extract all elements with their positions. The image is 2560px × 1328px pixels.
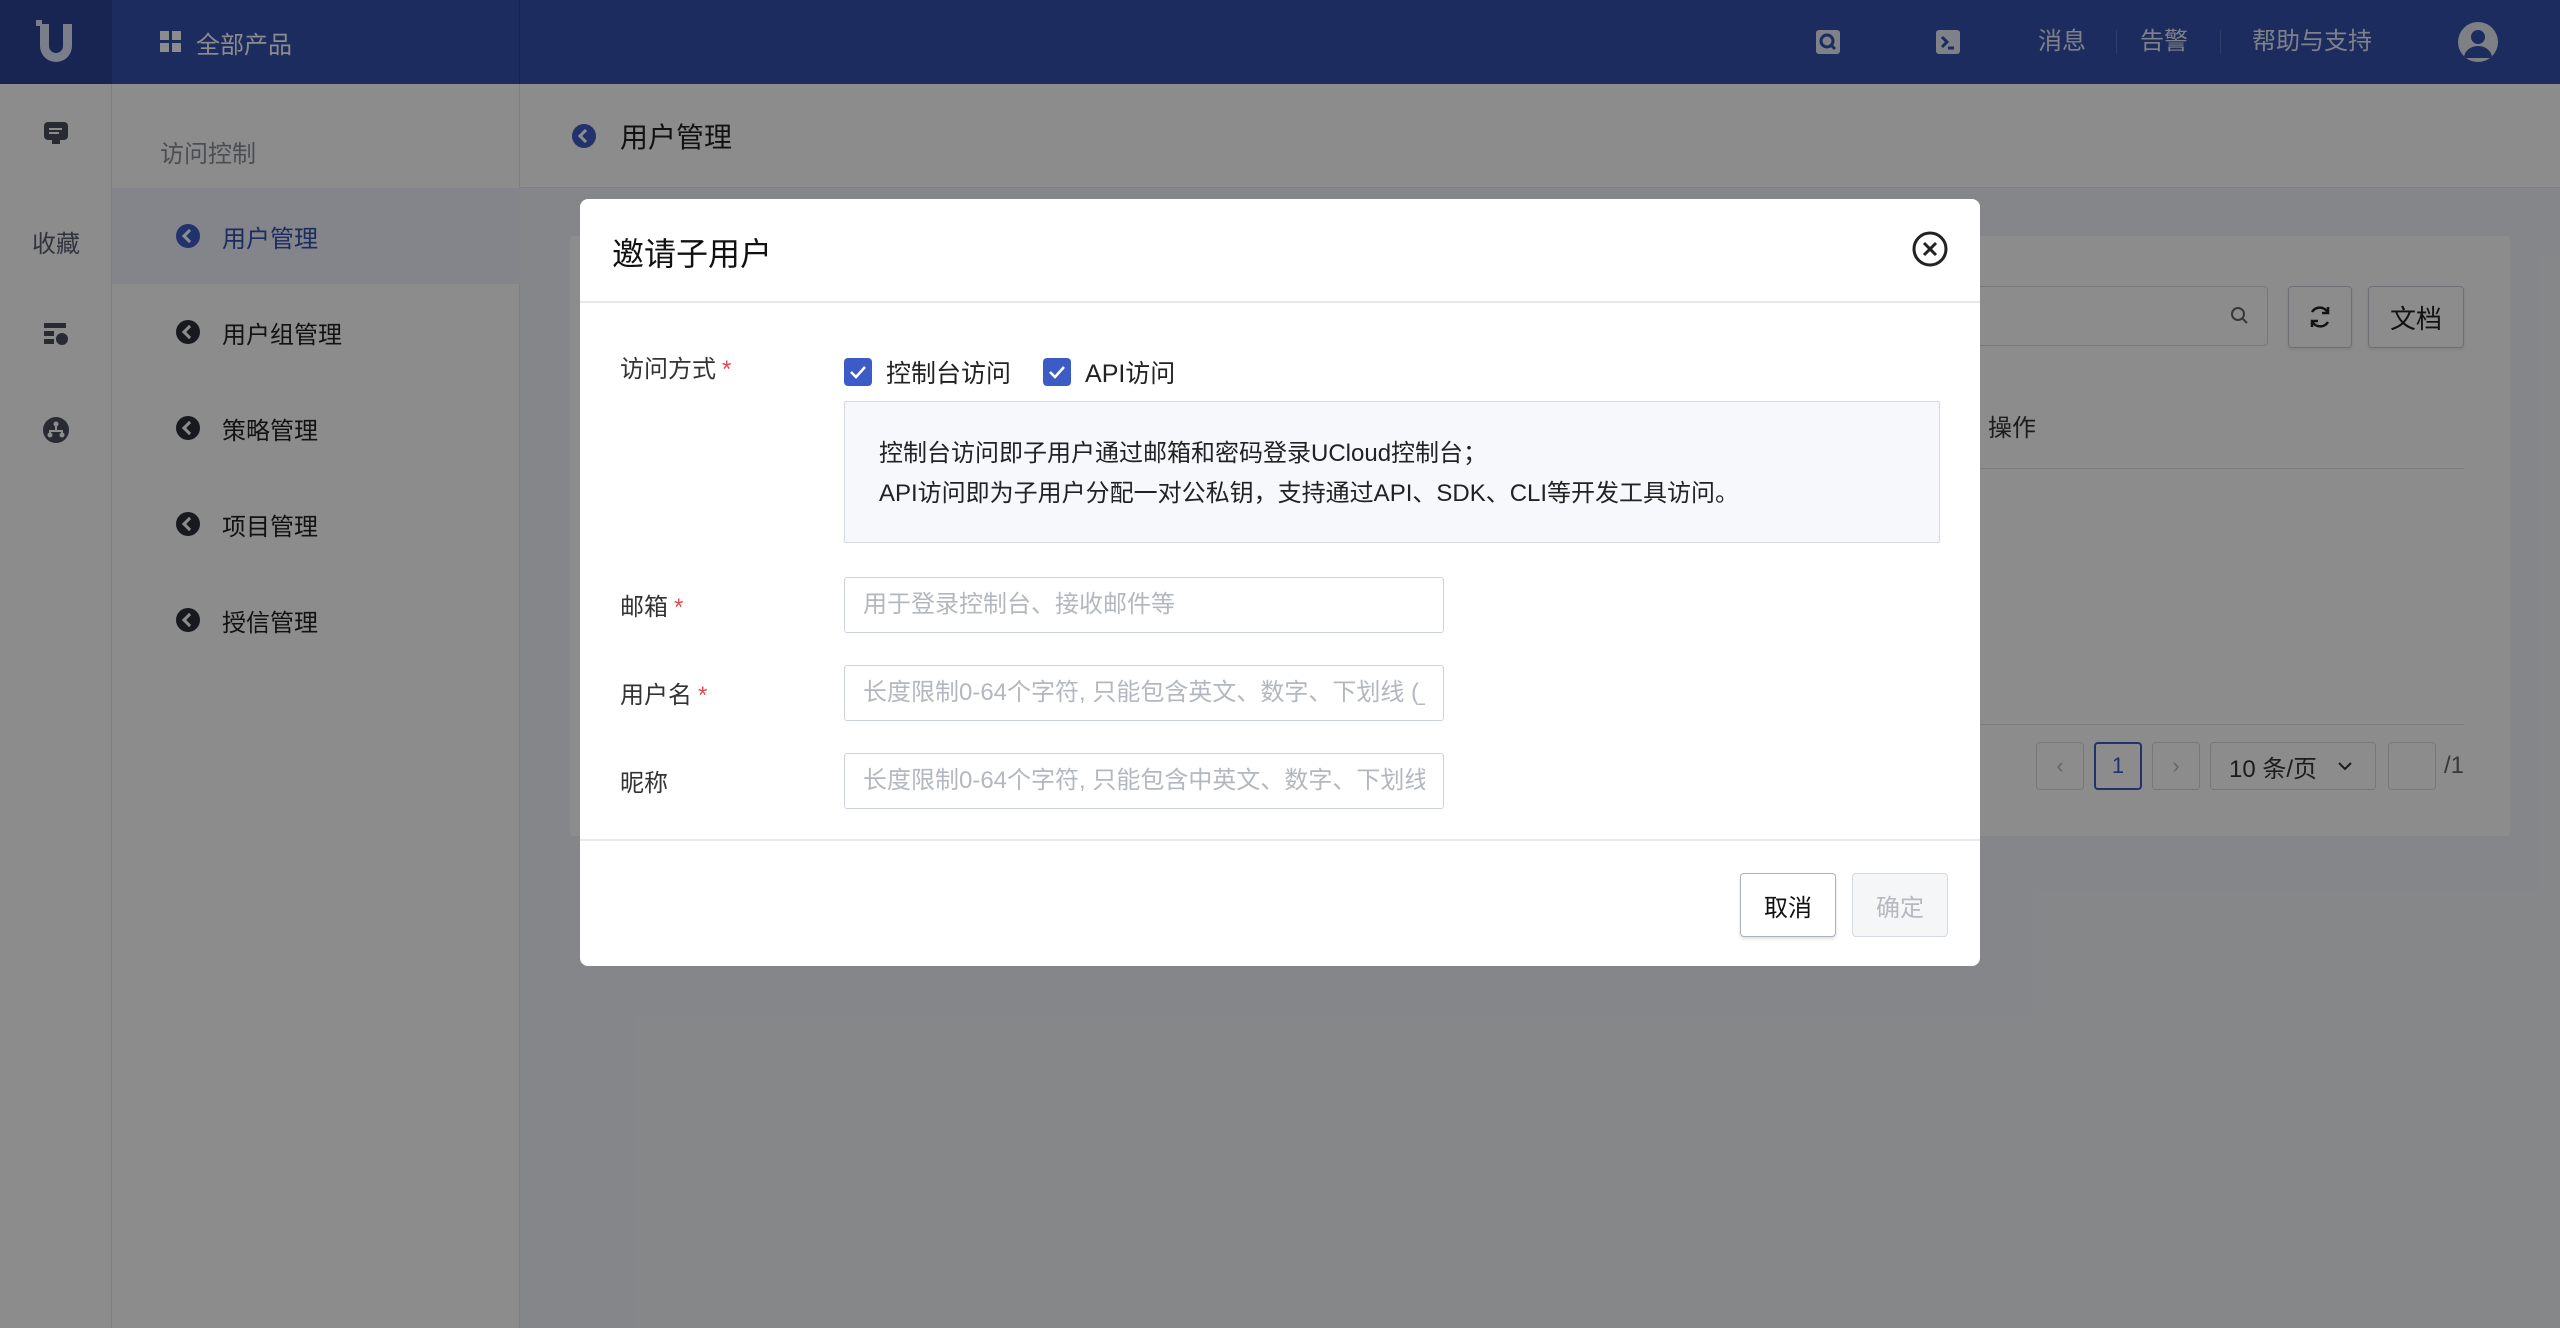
access-method-label: 访问方式 *: [620, 349, 731, 384]
confirm-button[interactable]: 确定: [1852, 873, 1948, 937]
nickname-label-text: 昵称: [620, 770, 668, 797]
username-label: 用户名 *: [620, 675, 707, 710]
nickname-field[interactable]: [844, 753, 1444, 809]
check-icon: [1049, 366, 1065, 379]
username-label-text: 用户名: [620, 682, 692, 709]
email-label-text: 邮箱: [620, 594, 668, 621]
required-mark: *: [722, 356, 732, 383]
hint-line: API访问即为子用户分配一对公私钥，支持通过API、SDK、CLI等开发工具访问…: [879, 480, 1740, 507]
email-field[interactable]: [844, 577, 1444, 633]
console-access-label[interactable]: 控制台访问: [886, 354, 1011, 390]
email-label: 邮箱 *: [620, 587, 683, 622]
cancel-button[interactable]: 取消: [1740, 873, 1836, 937]
access-hint-box: 控制台访问即子用户通过邮箱和密码登录UCloud控制台； API访问即为子用户分…: [844, 401, 1940, 543]
hint-line: 控制台访问即子用户通过邮箱和密码登录UCloud控制台；: [879, 440, 1488, 467]
dialog-header: 邀请子用户: [580, 199, 1980, 303]
access-method-text: 访问方式: [620, 356, 716, 383]
close-icon[interactable]: [1910, 229, 1950, 269]
access-method-options: 控制台访问 API访问: [844, 354, 1175, 390]
check-icon: [850, 366, 866, 379]
required-mark: *: [698, 682, 708, 709]
nickname-label: 昵称: [620, 763, 668, 798]
api-access-label[interactable]: API访问: [1085, 354, 1175, 390]
dialog-title: 邀请子用户: [612, 236, 773, 272]
invite-subuser-dialog: 邀请子用户 访问方式 * 控制台访问 API访问 控制台访问即子用户通过邮箱和密码…: [580, 199, 1980, 966]
username-field[interactable]: [844, 665, 1444, 721]
console-access-checkbox[interactable]: [844, 358, 872, 386]
api-access-checkbox[interactable]: [1043, 358, 1072, 386]
required-mark: *: [674, 594, 684, 621]
